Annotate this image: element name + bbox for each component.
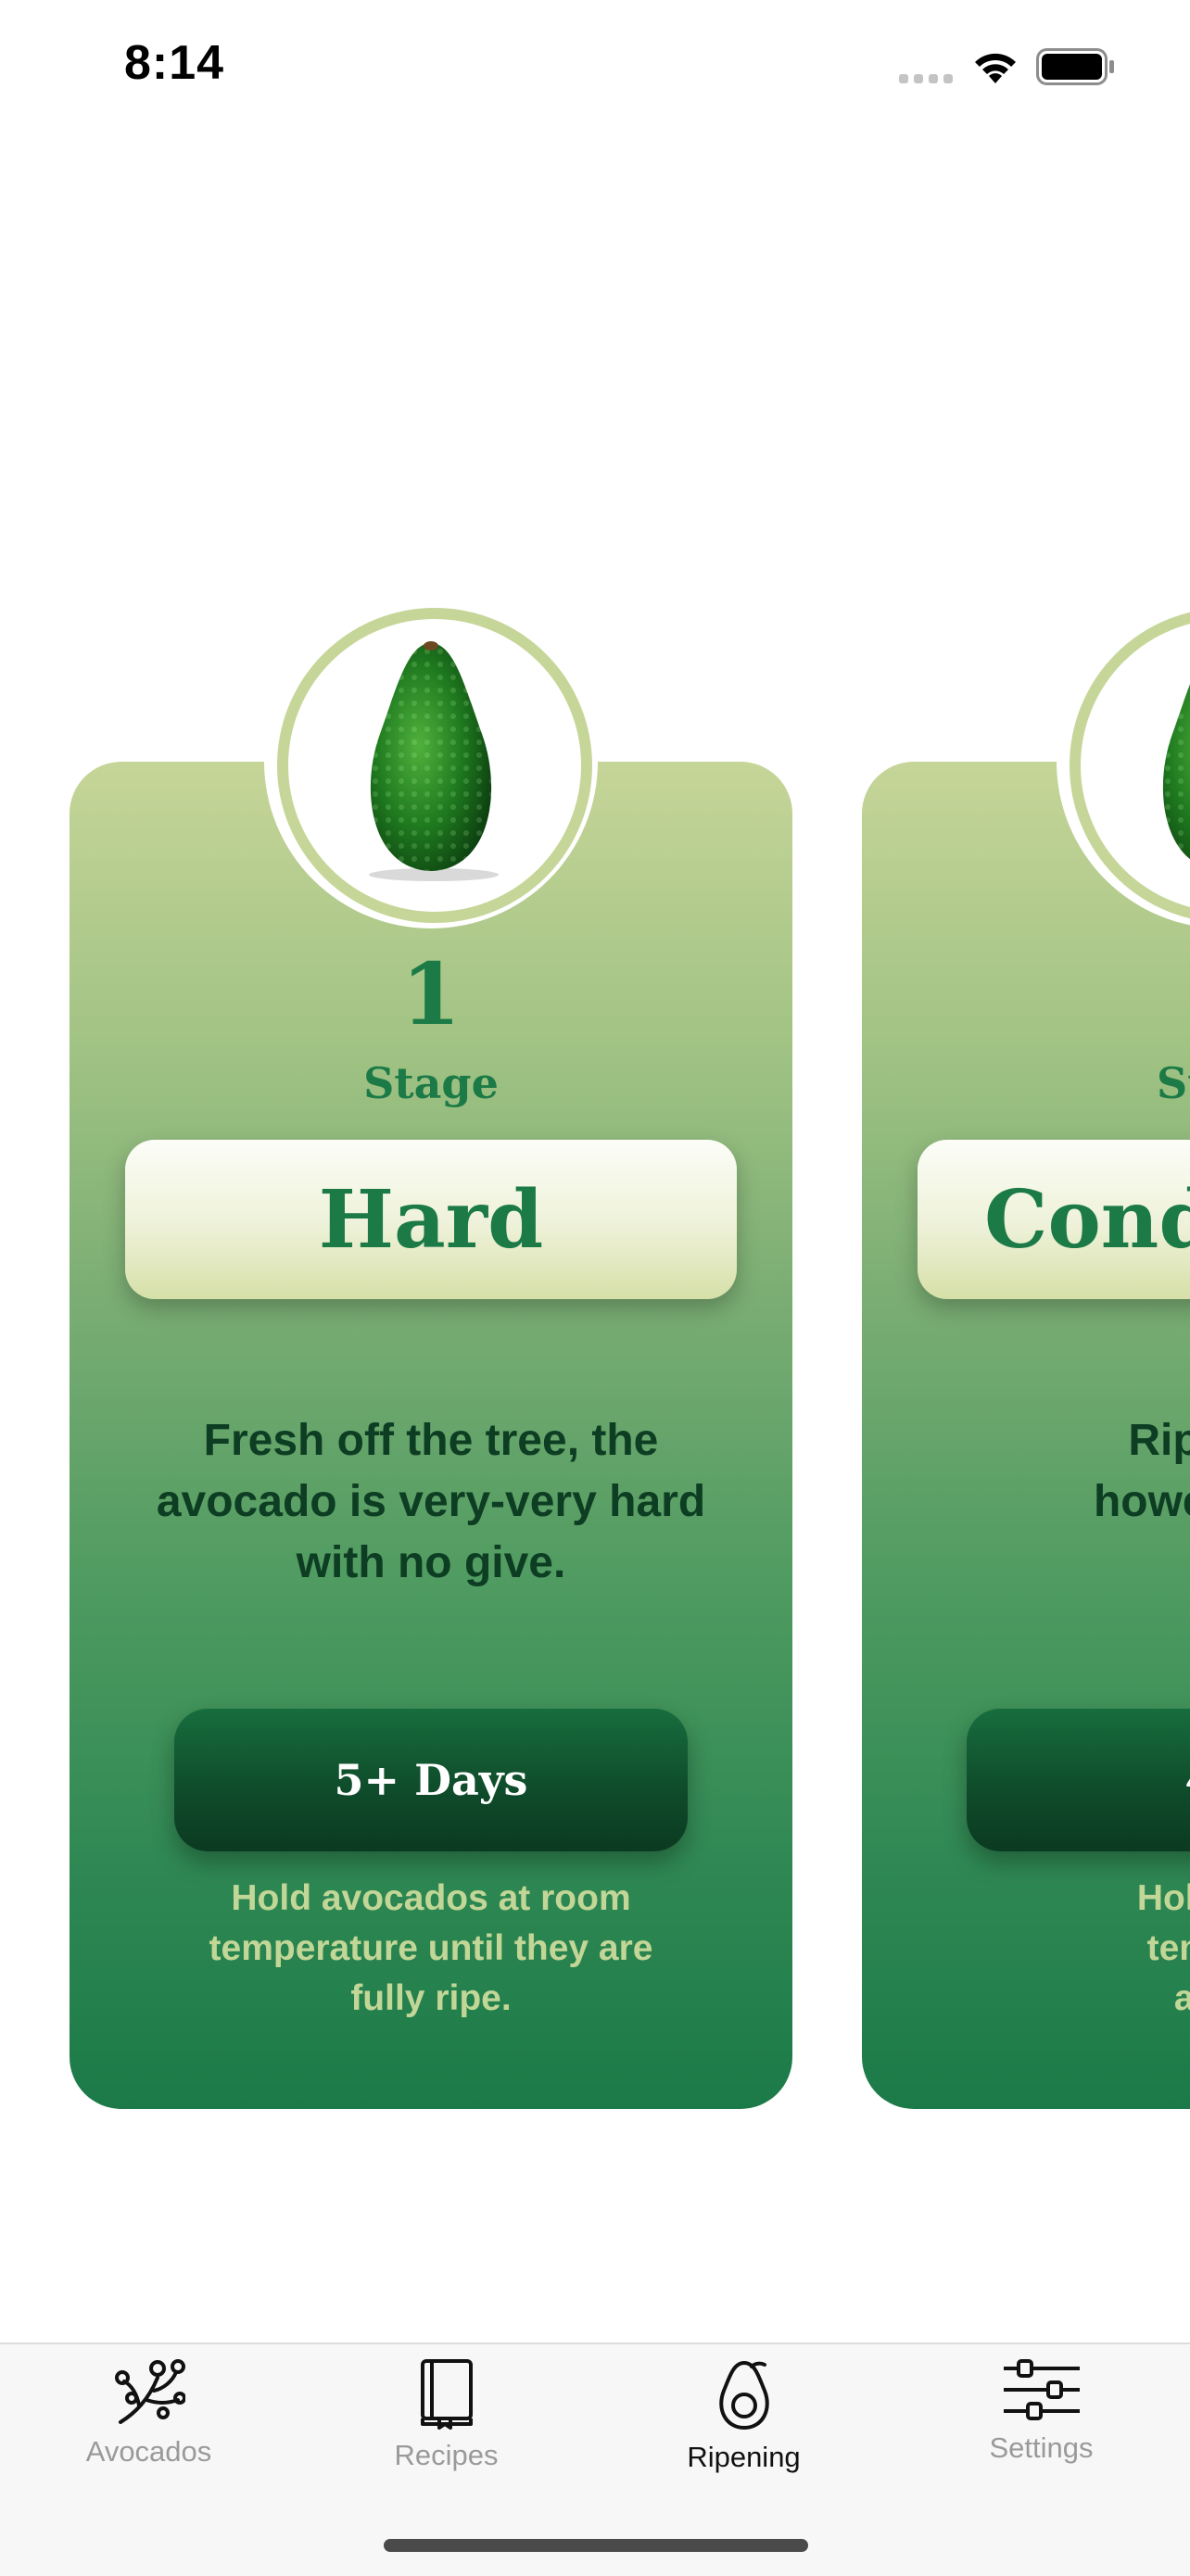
tab-avocados[interactable]: Avocados [0, 2357, 298, 2496]
avocado-conditioning-image [1163, 684, 1190, 859]
tab-recipes[interactable]: Recipes [298, 2357, 595, 2496]
avocado-icon [718, 2360, 769, 2431]
tab-label: Ripening [687, 2441, 801, 2473]
tab-label: Avocados [85, 2435, 212, 2468]
stage-card-hard[interactable]: 1 Stage Hard Fresh off the tree, the avo… [70, 595, 792, 2109]
tip-line: temperat [1146, 1928, 1190, 1968]
status-time: 8:14 [124, 36, 225, 90]
tab-label: Settings [989, 2431, 1094, 2464]
description-line: however the [1093, 1477, 1190, 1526]
avocado-image-ring [264, 595, 598, 928]
stage-name-plate: Hard [125, 1140, 737, 1299]
book-icon [420, 2359, 473, 2430]
stage-name-plate: Cond [918, 1140, 1190, 1299]
stage-tip: Hold avoc temperat are fu [992, 1874, 1190, 2024]
days-label: 5+ Days [334, 1755, 528, 1805]
avocado-hard-image [369, 641, 499, 881]
tip-line: Hold avoc [1136, 1878, 1190, 1918]
stage-carousel[interactable]: 1 Stage Hard Fresh off the tree, the avo… [0, 593, 1190, 2131]
stage-tip: Hold avocados at room temperature until … [209, 1878, 653, 2018]
stage-label: Stage [363, 1058, 499, 1108]
stage-description: Ripening however the ver [918, 1410, 1190, 1594]
tab-ripening[interactable]: Ripening [595, 2357, 892, 2496]
tab-settings[interactable]: Settings [892, 2357, 1190, 2496]
tip-line: are fu [1173, 1978, 1190, 2018]
days-button[interactable]: 4-5 [967, 1709, 1190, 1851]
stage-description: Fresh off the tree, the avocado is very-… [156, 1416, 706, 1587]
avocado-image-ring [1057, 595, 1190, 928]
days-button[interactable]: 5+ Days [174, 1709, 688, 1851]
tab-label: Recipes [394, 2439, 499, 2471]
stage-name: Hard [318, 1172, 544, 1267]
battery-icon [1036, 48, 1114, 85]
cellular-signal-icon [899, 74, 955, 83]
stage-name: Cond [984, 1172, 1190, 1267]
home-indicator [384, 2539, 808, 2552]
description-line: Ripening [1128, 1416, 1190, 1465]
sliders-icon [1003, 2359, 1080, 2420]
stage-label: St [1157, 1058, 1190, 1108]
description-line: ver [918, 1533, 1190, 1594]
branch-icon [114, 2359, 185, 2424]
stage-number: 1 [400, 944, 461, 1044]
wifi-icon [975, 53, 1016, 83]
stage-card-conditioning[interactable]: St Cond Ripening however the ver 4-5 Hol… [862, 595, 1190, 2109]
status-bar: 8:14 [0, 0, 1190, 130]
days-label: 4-5 [1184, 1755, 1190, 1805]
